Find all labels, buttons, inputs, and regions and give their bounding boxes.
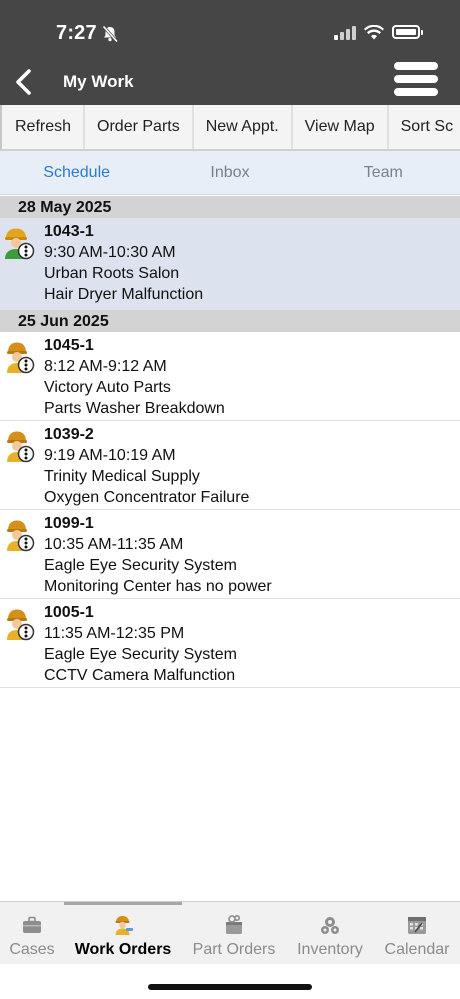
appointment-time: 10:35 AM-11:35 AM (44, 536, 184, 553)
tab-label: Inventory (297, 941, 363, 958)
sort-button[interactable]: Sort Sc (386, 105, 460, 149)
tab-team[interactable]: Team (307, 151, 460, 194)
work-order-row[interactable]: 1043-1 9:30 AM-10:30 AM Urban Roots Salo… (0, 218, 460, 310)
work-order-row[interactable]: 1039-2 9:19 AM-10:19 AM Trinity Medical … (0, 421, 460, 510)
bottom-tab-bar: Cases Work Orders Part Orders Inventory … (0, 901, 460, 964)
refresh-button[interactable]: Refresh (0, 105, 83, 149)
tab-calendar[interactable]: Calendar (374, 902, 460, 964)
technician-info-icon (7, 609, 35, 641)
appointment-time: 8:12 AM-9:12 AM (44, 358, 167, 375)
tab-schedule[interactable]: Schedule (0, 151, 153, 194)
work-order-row[interactable]: 1099-1 10:35 AM-11:35 AM Eagle Eye Secur… (0, 510, 460, 599)
work-order-number: 1043-1 (44, 223, 94, 240)
home-indicator (148, 984, 312, 990)
customer-name: Urban Roots Salon (44, 265, 180, 282)
tab-label: Part Orders (192, 941, 276, 958)
appointment-time: 11:35 AM-12:35 PM (44, 625, 185, 642)
issue-description: Monitoring Center has no power (44, 578, 272, 595)
new-appointment-button[interactable]: New Appt. (191, 105, 291, 149)
issue-description: Hair Dryer Malfunction (44, 286, 204, 303)
issue-description: Parts Washer Breakdown (44, 400, 225, 417)
order-parts-button[interactable]: Order Parts (83, 105, 192, 149)
view-map-button[interactable]: View Map (290, 105, 387, 149)
date-header: 25 Jun 2025 (0, 310, 460, 332)
customer-name: Eagle Eye Security System (44, 557, 237, 574)
customer-name: Trinity Medical Supply (44, 468, 200, 485)
work-order-row[interactable]: 1045-1 8:12 AM-9:12 AM Victory Auto Part… (0, 332, 460, 421)
work-order-number: 1039-2 (44, 426, 94, 443)
technician-info-icon (7, 431, 35, 463)
action-toolbar: Refresh Order Parts New Appt. View Map S… (0, 105, 460, 151)
tab-label: Calendar (384, 941, 450, 958)
hamburger-menu-icon[interactable] (392, 62, 440, 102)
briefcase-icon (23, 916, 41, 933)
technician-info-icon (7, 520, 35, 552)
tab-part-orders[interactable]: Part Orders (182, 902, 286, 964)
customer-name: Victory Auto Parts (44, 379, 171, 396)
date-header: 28 May 2025 (0, 196, 460, 218)
work-order-row[interactable]: 1005-1 11:35 AM-12:35 PM Eagle Eye Secur… (0, 599, 460, 688)
tab-label: Work Orders (74, 941, 172, 958)
tab-work-orders[interactable]: Work Orders (64, 902, 182, 964)
bell-muted-icon (102, 25, 119, 43)
tab-inbox[interactable]: Inbox (153, 151, 306, 194)
work-order-number: 1099-1 (44, 515, 94, 532)
page-title: My Work (63, 72, 134, 91)
app-header: 7:27 My Work (0, 0, 460, 105)
battery-icon (392, 25, 423, 39)
tab-label: Cases (9, 941, 55, 958)
tab-cases[interactable]: Cases (0, 902, 64, 964)
wifi-icon (364, 24, 384, 39)
gears-icon (321, 917, 339, 934)
customer-name: Eagle Eye Security System (44, 646, 237, 663)
issue-description: Oxygen Concentrator Failure (44, 489, 250, 506)
parts-box-icon (226, 914, 242, 934)
status-indicators (334, 24, 423, 40)
work-order-number: 1045-1 (44, 337, 94, 354)
technician-info-icon (7, 342, 35, 374)
technician-complete-icon (5, 228, 35, 260)
cellular-signal-icon (334, 24, 356, 40)
appointment-time: 9:30 AM-10:30 AM (44, 244, 176, 261)
back-chevron-icon[interactable] (10, 66, 38, 98)
technician-icon (115, 916, 133, 935)
issue-description: CCTV Camera Malfunction (44, 667, 236, 684)
view-tabs: Schedule Inbox Team (0, 151, 460, 195)
tab-inventory[interactable]: Inventory (286, 902, 374, 964)
status-time: 7:27 (56, 22, 97, 44)
appointment-time: 9:19 AM-10:19 AM (44, 447, 176, 464)
calendar-icon (408, 917, 426, 934)
work-order-list: 28 May 2025 1043-1 9:30 AM-10:30 AM Urba… (0, 196, 460, 688)
work-order-number: 1005-1 (44, 604, 94, 621)
